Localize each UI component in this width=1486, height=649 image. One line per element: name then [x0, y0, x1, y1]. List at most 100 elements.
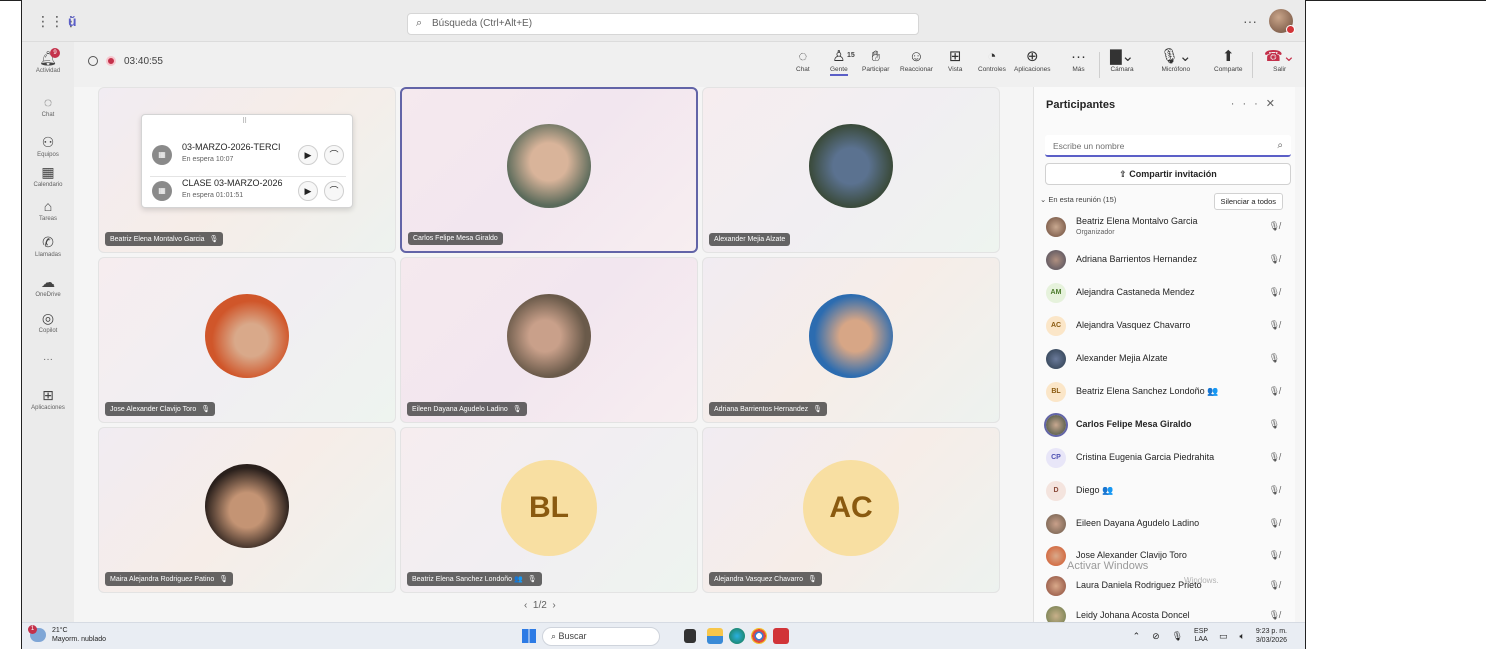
video-tile[interactable]: Alexander Mejia Alzate — [702, 87, 1000, 253]
participant-row[interactable]: D Diego 👥 🎙︎̸ — [1044, 477, 1290, 507]
video-tile[interactable]: AC Alejandra Vasquez Chavarro 🎙︎ — [702, 427, 1000, 593]
rail-label: OneDrive — [35, 292, 61, 298]
tool-controls[interactable]: ◔ Controles — [978, 48, 1006, 73]
participant-name: Leidy Johana Acosta Doncel — [1076, 610, 1190, 620]
participant-row[interactable]: Laura Daniela Rodriguez Prieto 🎙︎̸ — [1044, 572, 1290, 602]
taskbar-search[interactable]: ⌕ Buscar — [542, 627, 660, 646]
video-tile[interactable]: Jose Alexander Clavijo Toro 🎙︎ — [98, 257, 396, 423]
file-explorer-icon[interactable] — [707, 628, 723, 644]
end-call-button[interactable]: ⌒ — [324, 181, 344, 201]
drag-handle-icon[interactable]: ⠿ — [242, 117, 247, 125]
clock[interactable]: 9:23 p. m. 3/03/2026 — [1256, 627, 1287, 645]
participant-row[interactable]: CP Cristina Eugenia Garcia Piedrahita 🎙︎… — [1044, 444, 1290, 474]
participant-row[interactable]: Eileen Dayana Agudelo Ladino 🎙︎̸ — [1044, 510, 1290, 540]
close-icon[interactable]: ✕ — [1266, 98, 1283, 110]
rail-item-copilot[interactable]: ◎ Copilot — [22, 310, 74, 334]
section-header[interactable]: ⌄ En esta reunión (15) — [1040, 195, 1116, 204]
participant-row[interactable]: Adriana Barrientos Hernandez 🎙︎̸ — [1044, 246, 1290, 276]
next-page-icon[interactable]: › — [552, 600, 555, 611]
video-tile[interactable]: Carlos Felipe Mesa Giraldo — [400, 87, 698, 253]
rail-item-apps[interactable]: ⊞ Aplicaciones — [22, 387, 74, 411]
avatar: CP — [1046, 448, 1066, 468]
language-indicator[interactable]: ESP LAA — [1194, 628, 1208, 644]
rail-item-teams[interactable]: ⚇ Equipos — [22, 134, 74, 158]
more-options-icon[interactable]: ··· — [1243, 13, 1257, 29]
mute-all-button[interactable]: Silenciar a todos — [1213, 193, 1283, 210]
windows-start-icon[interactable] — [522, 629, 536, 643]
waiting-call-item: ▦ 03-MARZO-2026-TERCI En espera 10:07 ▶ … — [150, 137, 346, 173]
edge-icon[interactable] — [729, 628, 745, 644]
participant-row[interactable]: AC Alejandra Vasquez Chavarro 🎙︎̸ — [1044, 312, 1290, 342]
call-title: 03-MARZO-2026-TERCI — [182, 142, 281, 152]
share-icon: ⬆ — [1221, 48, 1235, 65]
video-tile[interactable]: Maira Alejandra Rodriguez Patino 🎙︎ — [98, 427, 396, 593]
tool-apps[interactable]: ⊕ Aplicaciones — [1014, 48, 1051, 73]
rail-item-activity[interactable]: 🔔︎ 9 Actividad — [22, 48, 74, 74]
task-view-icon[interactable] — [684, 629, 696, 643]
meeting-icon: ▦ — [152, 181, 172, 201]
participant-row[interactable]: Carlos Felipe Mesa Giraldo 🎙︎ — [1044, 411, 1290, 441]
participant-row[interactable]: BL Beatriz Elena Sanchez Londoño 👥 🎙︎̸ — [1044, 378, 1290, 408]
video-tile[interactable]: Adriana Barrientos Hernandez 🎙︎ — [702, 257, 1000, 423]
microphone-icon[interactable]: 🎙︎ — [1172, 631, 1183, 642]
volume-icon[interactable]: 🔈︎ — [1239, 631, 1244, 642]
tool-react[interactable]: ☺ Reaccionar — [900, 48, 933, 73]
participant-row[interactable]: Alexander Mejia Alzate 🎙︎ — [1044, 345, 1290, 375]
video-tile[interactable]: Beatriz Elena Montalvo Garcia 🎙︎ ⠿ ▦ 03-M… — [98, 87, 396, 253]
rail-item-calendar[interactable]: ▦ Calendario — [22, 164, 74, 188]
tile-name: Alejandra Vasquez Chavarro — [714, 576, 803, 583]
meeting-timer: 03:40:55 — [124, 56, 163, 67]
tool-microphone[interactable]: 🎙︎⌄ Micrófono — [1160, 48, 1192, 73]
copilot-icon: ◎ — [41, 310, 55, 326]
plus-icon: ⊞ — [42, 387, 54, 403]
resume-button[interactable]: ▶ — [298, 145, 318, 165]
tool-camera[interactable]: ▇⌄ Cámara — [1110, 48, 1134, 73]
participant-name-tag: Carlos Felipe Mesa Giraldo — [408, 232, 503, 245]
share-invite-button[interactable]: ⇪ Compartir invitación — [1045, 163, 1291, 185]
display-icon[interactable]: ▭ — [1219, 631, 1228, 642]
rail-item-tasks[interactable]: ⌂ Tareas — [22, 198, 74, 222]
participant-row[interactable]: AM Alejandra Castaneda Mendez 🎙︎̸ — [1044, 279, 1290, 309]
video-tile[interactable]: Eileen Dayana Agudelo Ladino 🎙︎ — [400, 257, 698, 423]
activation-watermark: Activar Windows — [1067, 560, 1149, 572]
weather-widget[interactable]: 1 21°C Mayorm. nublado — [28, 625, 106, 644]
tool-label: Gente — [830, 66, 848, 73]
chevron-up-icon[interactable]: ⌃ — [1133, 631, 1141, 642]
mic-on-icon: 🎙︎ — [1268, 353, 1280, 363]
share-icon: ⇪ — [1119, 169, 1130, 179]
tool-raise-hand[interactable]: ✋︎ Participar — [862, 48, 889, 73]
tool-view[interactable]: ⊞ Vista — [948, 48, 962, 73]
tool-people[interactable]: ♙ 15 Gente — [830, 48, 855, 76]
mic-off-icon: 🎙︎⌄ — [1160, 48, 1192, 65]
leave-button[interactable]: ☎⌄ Salir — [1264, 48, 1295, 73]
participant-row[interactable]: Beatriz Elena Montalvo Garcia Organizado… — [1044, 213, 1290, 243]
video-tile[interactable]: BL Beatriz Elena Sanchez Londoño 👥 🎙︎ — [400, 427, 698, 593]
page-indicator: 1/2 — [532, 600, 547, 611]
prev-page-icon[interactable]: ‹ — [524, 600, 527, 611]
global-search-input[interactable]: ⌕ Búsqueda (Ctrl+Alt+E) — [407, 13, 919, 35]
rail-item-chat[interactable]: ◌ Chat — [22, 94, 74, 118]
mic-off-icon: 🎙︎ — [527, 576, 537, 583]
tool-share[interactable]: ⬆ Comparte — [1214, 48, 1243, 73]
chrome-icon[interactable] — [751, 628, 767, 644]
resume-button[interactable]: ▶ — [298, 181, 318, 201]
tool-chat[interactable]: ◌ Chat — [796, 48, 810, 73]
network-icon[interactable]: ⊘ — [1152, 631, 1160, 642]
rail-label: Actividad — [35, 68, 61, 74]
mic-off-icon: 🎙︎̸ — [1268, 386, 1280, 396]
calendar-icon: ▦ — [41, 164, 55, 180]
participant-name-tag: Beatriz Elena Montalvo Garcia 🎙︎ — [105, 232, 224, 246]
rail-item-onedrive[interactable]: ☁ OneDrive — [22, 274, 74, 298]
participant-search-input[interactable]: Escribe un nombre ⌕ — [1045, 135, 1291, 157]
rail-item-calls[interactable]: ✆ Llamadas — [22, 234, 74, 258]
more-icon[interactable]: ··· — [1231, 98, 1266, 110]
avatar: BL — [1046, 382, 1066, 402]
end-call-button[interactable]: ⌒ — [324, 145, 344, 165]
tool-more[interactable]: ··· Más — [1071, 48, 1086, 73]
rail-label: Equipos — [37, 152, 59, 158]
rail-item-more[interactable]: ··· — [22, 354, 74, 365]
section-label: En esta reunión (15) — [1048, 195, 1117, 204]
user-avatar[interactable] — [1269, 9, 1295, 34]
mic-off-icon: 🎙︎ — [219, 576, 229, 583]
pdf-reader-icon[interactable] — [773, 628, 789, 644]
